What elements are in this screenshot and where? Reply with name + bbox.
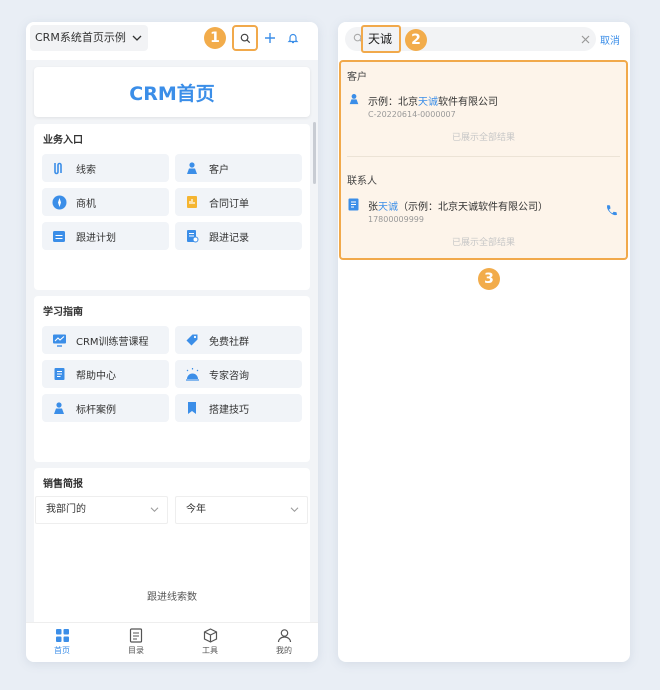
step-badge-2: 2 xyxy=(405,29,427,51)
search-icon xyxy=(240,33,250,43)
bell-icon xyxy=(287,33,299,44)
guide-training-course[interactable]: CRM训练营课程 xyxy=(42,326,169,354)
contact-result-name[interactable]: 张天诚（示例：北京天诚软件有限公司） xyxy=(368,198,548,213)
space-selector[interactable]: CRM系统首页示例 xyxy=(30,25,148,51)
entry-followup-records[interactable]: 跟进记录 xyxy=(175,222,302,250)
customer-code: C-20220614-0000007 xyxy=(368,110,456,119)
cube-icon xyxy=(203,628,217,643)
chevron-down-icon xyxy=(132,35,142,41)
monitor-icon xyxy=(51,332,67,348)
plus-icon xyxy=(265,33,275,43)
scrollbar[interactable] xyxy=(313,122,316,184)
entry-contracts[interactable]: 合同订单 xyxy=(175,188,302,216)
entry-customers[interactable]: 客户 xyxy=(175,154,302,182)
bookmark-icon xyxy=(184,400,200,416)
calendar-icon xyxy=(51,228,67,244)
notification-button[interactable] xyxy=(282,27,304,49)
customer-section-title: 客户 xyxy=(347,72,367,83)
guide-expert-consult[interactable]: 专家咨询 xyxy=(175,360,302,388)
add-button[interactable] xyxy=(259,27,281,49)
person-icon xyxy=(349,94,359,105)
learning-guide-card: 学习指南 CRM训练营课程 免费社群 帮助中心 专家咨询 标杆案例 搭建技巧 xyxy=(34,296,310,462)
person-icon xyxy=(51,400,67,416)
search-bar: 天诚 2 取消 xyxy=(338,22,630,56)
contract-icon xyxy=(184,194,200,210)
contact-card-icon xyxy=(348,198,359,211)
all-results-shown: 已展示全部结果 xyxy=(451,238,515,248)
phone-icon[interactable] xyxy=(605,204,618,217)
period-select[interactable]: 今年 xyxy=(175,496,308,524)
search-results-panel: 客户 示例：北京天诚软件有限公司 C-20220614-0000007 已展示全… xyxy=(339,60,628,260)
guide-help-center[interactable]: 帮助中心 xyxy=(42,360,169,388)
space-name: CRM系统首页示例 xyxy=(35,31,126,44)
tab-mine[interactable]: 我的 xyxy=(259,628,309,656)
person-icon xyxy=(184,160,200,176)
contact-section-title: 联系人 xyxy=(347,176,377,187)
search-input[interactable]: 天诚 xyxy=(361,25,401,53)
catalog-icon xyxy=(129,628,143,643)
chevron-down-icon xyxy=(150,507,159,512)
step-badge-1: 1 xyxy=(204,27,226,49)
page-banner: CRM首页 xyxy=(34,67,310,117)
top-bar: CRM系统首页示例 1 xyxy=(26,22,318,60)
clear-icon[interactable] xyxy=(581,35,590,44)
metric-label: 跟进线索数 xyxy=(147,592,197,603)
cancel-button[interactable]: 取消 xyxy=(600,32,620,47)
guide-build-tips[interactable]: 搭建技巧 xyxy=(175,394,302,422)
divider xyxy=(347,156,620,157)
all-results-shown: 已展示全部结果 xyxy=(451,133,515,143)
tab-tools[interactable]: 工具 xyxy=(185,628,235,656)
funnel-icon xyxy=(51,160,67,176)
grid-icon xyxy=(55,629,69,642)
record-icon xyxy=(184,228,200,244)
expert-icon xyxy=(184,366,200,382)
sales-report-card: 销售简报 我部门的 今年 跟进线索数 xyxy=(34,468,310,628)
user-icon xyxy=(277,629,291,643)
section-title: 业务入口 xyxy=(43,135,83,146)
entry-followup-plan[interactable]: 跟进计划 xyxy=(42,222,169,250)
tab-home[interactable]: 首页 xyxy=(37,628,87,656)
document-icon xyxy=(51,366,67,382)
department-select[interactable]: 我部门的 xyxy=(35,496,168,524)
guide-free-community[interactable]: 免费社群 xyxy=(175,326,302,354)
tab-catalog[interactable]: 目录 xyxy=(111,628,161,656)
entry-opportunities[interactable]: 商机 xyxy=(42,188,169,216)
section-title: 学习指南 xyxy=(43,307,83,318)
customer-result-name[interactable]: 示例：北京天诚软件有限公司 xyxy=(368,93,498,108)
section-title: 销售简报 xyxy=(43,479,83,490)
search-button[interactable] xyxy=(232,25,258,51)
business-entry-card: 业务入口 线索 客户 商机 合同订单 跟进计划 跟进记录 xyxy=(34,124,310,290)
crm-home-screen: CRM系统首页示例 1 CRM首页 业务入口 线索 客户 商机 合同订单 跟进计… xyxy=(26,22,318,662)
guide-benchmark-cases[interactable]: 标杆案例 xyxy=(42,394,169,422)
compass-icon xyxy=(51,194,67,210)
entry-leads[interactable]: 线索 xyxy=(42,154,169,182)
step-badge-3: 3 xyxy=(478,268,500,290)
chevron-down-icon xyxy=(290,507,299,512)
tag-icon xyxy=(184,332,200,348)
contact-phone: 17800009999 xyxy=(368,215,424,224)
bottom-tab-bar: 首页 目录 工具 我的 xyxy=(26,622,318,662)
search-results-screen: 天诚 2 取消 客户 示例：北京天诚软件有限公司 C-20220614-0000… xyxy=(338,22,630,662)
